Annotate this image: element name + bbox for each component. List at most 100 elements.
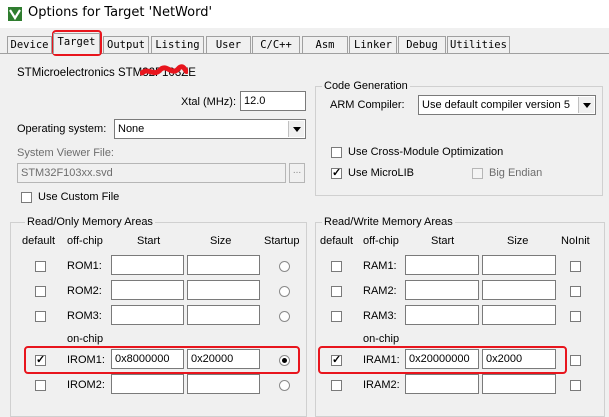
irom1-startup-radio[interactable]	[279, 355, 290, 366]
irom1-default-checkbox[interactable]	[35, 353, 46, 366]
big-endian-checkbox[interactable]	[472, 168, 483, 179]
irom2-label: IROM2:	[67, 379, 105, 391]
ram3-size-input[interactable]	[482, 305, 556, 325]
tab-target[interactable]: Target	[53, 33, 100, 54]
iram2-noinit-checkbox[interactable]	[570, 380, 581, 391]
rom1-label: ROM1:	[67, 260, 102, 272]
rom2-label: ROM2:	[67, 285, 102, 297]
rom1-default-checkbox[interactable]	[35, 261, 46, 272]
rom3-startup-radio[interactable]	[279, 311, 290, 322]
rw-memory-title: Read/Write Memory Areas	[322, 216, 455, 228]
rom3-size-input[interactable]	[187, 305, 260, 325]
svd-browse-button[interactable]: ...	[289, 163, 305, 183]
rw-header-offchip: off-chip	[363, 235, 399, 247]
rw-header-noinit: NoInit	[561, 235, 590, 247]
use-microlib-checkbox[interactable]	[331, 166, 342, 179]
ram1-noinit-checkbox[interactable]	[570, 261, 581, 272]
irom1-label: IROM1:	[67, 354, 105, 366]
cross-module-label: Use Cross-Module Optimization	[348, 146, 504, 158]
ro-header-size: Size	[210, 235, 232, 247]
use-microlib-label: Use MicroLIB	[348, 167, 415, 179]
os-select-value: None	[118, 123, 145, 135]
iram1-size-input[interactable]: 0x2000	[482, 349, 556, 369]
ro-onchip-label: on-chip	[67, 333, 104, 345]
rom1-size-input[interactable]	[187, 255, 260, 275]
rom3-start-input[interactable]	[111, 305, 184, 325]
irom2-startup-radio[interactable]	[279, 380, 290, 391]
use-custom-file-checkbox[interactable]	[21, 192, 32, 203]
ram1-default-checkbox[interactable]	[331, 261, 342, 272]
ro-header-offchip: off-chip	[67, 235, 103, 247]
rom1-startup-radio[interactable]	[279, 261, 290, 272]
tab-asm[interactable]: Asm	[302, 36, 348, 53]
xtal-input[interactable]: 12.0	[240, 91, 306, 111]
arm-compiler-value: Use default compiler version 5	[422, 99, 570, 111]
ram1-label: RAM1:	[363, 260, 397, 272]
tab-debug[interactable]: Debug	[398, 36, 446, 53]
iram1-start-input[interactable]: 0x20000000	[405, 349, 479, 369]
os-select[interactable]: None	[114, 119, 306, 139]
iram2-start-input[interactable]	[405, 374, 479, 394]
rw-onchip-label: on-chip	[363, 333, 400, 345]
irom1-size-input[interactable]: 0x20000	[187, 349, 260, 369]
rw-header-default: default	[320, 235, 354, 247]
ro-header-start: Start	[137, 235, 161, 247]
ro-memory-title: Read/Only Memory Areas	[25, 216, 155, 228]
rom2-size-input[interactable]	[187, 280, 260, 300]
ro-header-default: default	[22, 235, 56, 247]
ram2-label: RAM2:	[363, 285, 397, 297]
tab-output[interactable]: Output	[103, 36, 149, 53]
tab-listing[interactable]: Listing	[151, 36, 204, 53]
big-endian-label: Big Endian	[489, 167, 543, 179]
rom1-start-input[interactable]	[111, 255, 184, 275]
ram3-noinit-checkbox[interactable]	[570, 311, 581, 322]
irom1-start-input[interactable]: 0x8000000	[111, 349, 184, 369]
ram2-default-checkbox[interactable]	[331, 286, 342, 297]
ro-header-startup: Startup	[264, 235, 300, 247]
ram3-label: RAM3:	[363, 310, 397, 322]
irom2-start-input[interactable]	[111, 374, 184, 394]
window-title: Options for Target 'NetWord'	[28, 5, 213, 20]
ram1-start-input[interactable]	[405, 255, 479, 275]
rom2-default-checkbox[interactable]	[35, 286, 46, 297]
tab-device[interactable]: Device	[7, 36, 52, 53]
irom2-default-checkbox[interactable]	[35, 380, 46, 391]
rw-header-start: Start	[431, 235, 455, 247]
chevron-down-icon[interactable]	[578, 97, 594, 113]
iram1-default-checkbox[interactable]	[331, 353, 342, 366]
iram2-size-input[interactable]	[482, 374, 556, 394]
arm-compiler-label: ARM Compiler:	[330, 99, 405, 111]
svd-label: System Viewer File:	[17, 147, 114, 159]
rom3-label: ROM3:	[67, 310, 102, 322]
iram2-label: IRAM2:	[363, 379, 400, 391]
ram2-start-input[interactable]	[405, 280, 479, 300]
code-generation-title: Code Generation	[322, 80, 410, 92]
arm-compiler-select[interactable]: Use default compiler version 5	[418, 95, 596, 115]
tab-user[interactable]: User	[206, 36, 251, 53]
keil-uvision-icon	[8, 7, 22, 21]
rw-header-size: Size	[507, 235, 529, 247]
ram1-size-input[interactable]	[482, 255, 556, 275]
tab-c-cpp[interactable]: C/C++	[252, 36, 300, 53]
scribble-annotation	[140, 64, 188, 76]
rom2-startup-radio[interactable]	[279, 286, 290, 297]
cross-module-checkbox[interactable]	[331, 147, 342, 158]
iram1-noinit-checkbox[interactable]	[570, 355, 581, 366]
ram2-size-input[interactable]	[482, 280, 556, 300]
tab-linker[interactable]: Linker	[349, 36, 397, 53]
rom3-default-checkbox[interactable]	[35, 311, 46, 322]
os-label: Operating system:	[17, 123, 107, 135]
svd-file-input[interactable]: STM32F103xx.svd	[17, 163, 286, 183]
xtal-label: Xtal (MHz):	[181, 96, 236, 108]
title-bar: Options for Target 'NetWord'	[0, 0, 609, 28]
use-custom-file-label: Use Custom File	[38, 191, 120, 203]
iram1-label: IRAM1:	[363, 354, 400, 366]
iram2-default-checkbox[interactable]	[331, 380, 342, 391]
ram3-start-input[interactable]	[405, 305, 479, 325]
chevron-down-icon[interactable]	[288, 121, 304, 137]
irom2-size-input[interactable]	[187, 374, 260, 394]
ram3-default-checkbox[interactable]	[331, 311, 342, 322]
tab-utilities[interactable]: Utilities	[447, 36, 510, 53]
rom2-start-input[interactable]	[111, 280, 184, 300]
ram2-noinit-checkbox[interactable]	[570, 286, 581, 297]
